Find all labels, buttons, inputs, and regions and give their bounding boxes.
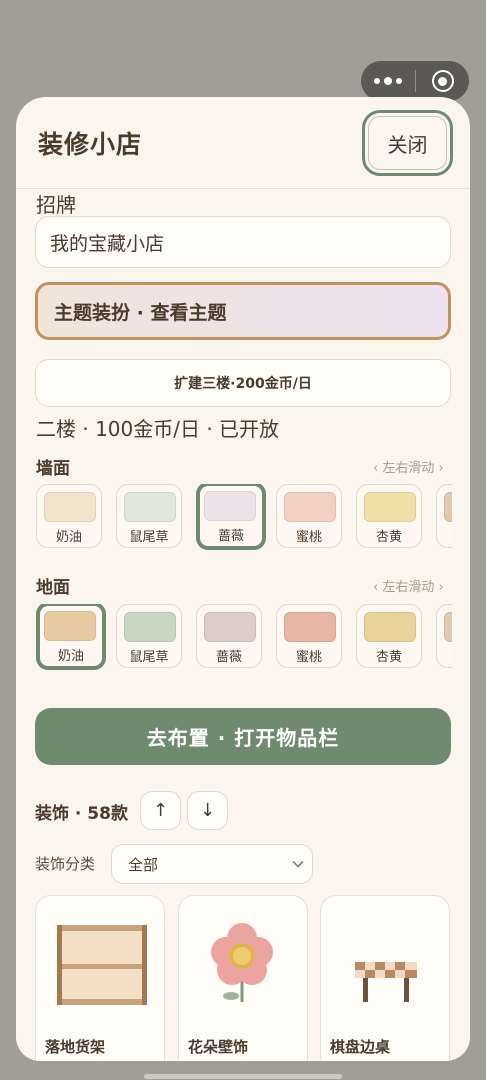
signboard-label: 招牌 [36,193,76,217]
close-button[interactable]: 关闭 [362,110,453,176]
miniprogram-capsule [361,61,469,101]
color-chip [204,612,256,642]
swatch-name: 蜜桃 [295,650,322,665]
sort-down-button[interactable]: ↓ [187,791,228,830]
swatch-wall[interactable]: 奶油 [36,484,102,548]
decoration-count: 装饰 · 58款 [35,804,128,824]
theme-button[interactable]: 主题装扮 · 查看主题 [35,282,451,340]
expand-floor-button[interactable]: 扩建三楼·200金币/日 [35,359,451,407]
signboard-input[interactable]: 我的宝藏小店 [35,216,451,268]
decoration-card[interactable]: 落地货架 [35,895,165,1061]
target-circle-icon[interactable] [416,61,469,101]
chevron-down-icon [292,860,304,868]
floor-swatch-list[interactable]: 奶油 鼠尾草 蔷薇 蜜桃 杏黄 [36,604,452,672]
floor-swipe-hint: ‹ 左右滑动 › [373,580,444,595]
page-title: 装修小店 [38,130,143,159]
swatch-wall[interactable]: 蜜桃 [276,484,342,548]
color-chip [444,612,452,642]
swatch-name: 蔷薇 [215,650,242,665]
color-chip [284,492,336,522]
category-select-value: 全部 [128,855,159,874]
category-select[interactable]: 全部 [111,844,313,884]
swatch-name: 鼠尾草 [129,530,169,545]
more-dots-icon[interactable] [361,61,415,101]
floor-status: 二楼 · 100金币/日 · 已开放 [36,417,280,441]
swatch-floor[interactable]: 蜜桃 [276,604,342,668]
home-indicator [144,1074,342,1079]
category-label: 装饰分类 [35,855,96,873]
color-chip [204,491,256,521]
open-inventory-button[interactable]: 去布置 · 打开物品栏 [35,708,451,765]
swatch-name: 奶油 [55,530,82,545]
decoration-card[interactable]: 花朵壁饰 [178,895,308,1061]
floor-section-title: 地面 [36,578,70,598]
decoration-name: 落地货架 [45,1038,106,1056]
swatch-wall[interactable]: 鼠尾草 [116,484,182,548]
color-chip [124,492,176,522]
swatch-name: 蔷薇 [217,529,244,544]
swatch-floor[interactable]: 奶油 [36,604,106,670]
swatch-floor-partial[interactable] [436,604,452,668]
swatch-name: 奶油 [57,649,84,664]
decoration-name: 花朵壁饰 [188,1038,249,1056]
color-chip [364,492,416,522]
color-chip [44,492,96,522]
swatch-floor[interactable]: 蔷薇 [196,604,262,668]
swatch-name: 杏黄 [375,650,402,665]
checker-table-icon [355,962,417,1002]
decoration-card[interactable]: 棋盘边桌 [320,895,450,1061]
swatch-name: 杏黄 [375,530,402,545]
color-chip [364,612,416,642]
swatch-name: 鼠尾草 [129,650,169,665]
color-chip [124,612,176,642]
flower-icon [211,923,273,1002]
swatch-wall[interactable]: 杏黄 [356,484,422,548]
color-chip [284,612,336,642]
color-chip [44,611,96,641]
renovation-sheet: 装修小店 关闭 招牌 我的宝藏小店 主题装扮 · 查看主题 扩建三楼·200金币… [16,97,470,1061]
swatch-wall-partial[interactable] [436,484,452,548]
swatch-floor[interactable]: 杏黄 [356,604,422,668]
swatch-floor[interactable]: 鼠尾草 [116,604,182,668]
wall-swatch-list[interactable]: 奶油 鼠尾草 蔷薇 蜜桃 杏黄 [36,484,452,552]
color-chip [444,492,452,522]
swatch-wall[interactable]: 蔷薇 [196,484,266,550]
wall-swipe-hint: ‹ 左右滑动 › [373,461,444,476]
sheet-header: 装修小店 关闭 [16,97,470,189]
decoration-name: 棋盘边桌 [330,1038,391,1056]
wall-section-title: 墙面 [36,459,70,479]
swatch-name: 蜜桃 [295,530,322,545]
sort-up-button[interactable]: ↑ [140,791,181,830]
shelf-icon [57,925,147,1005]
